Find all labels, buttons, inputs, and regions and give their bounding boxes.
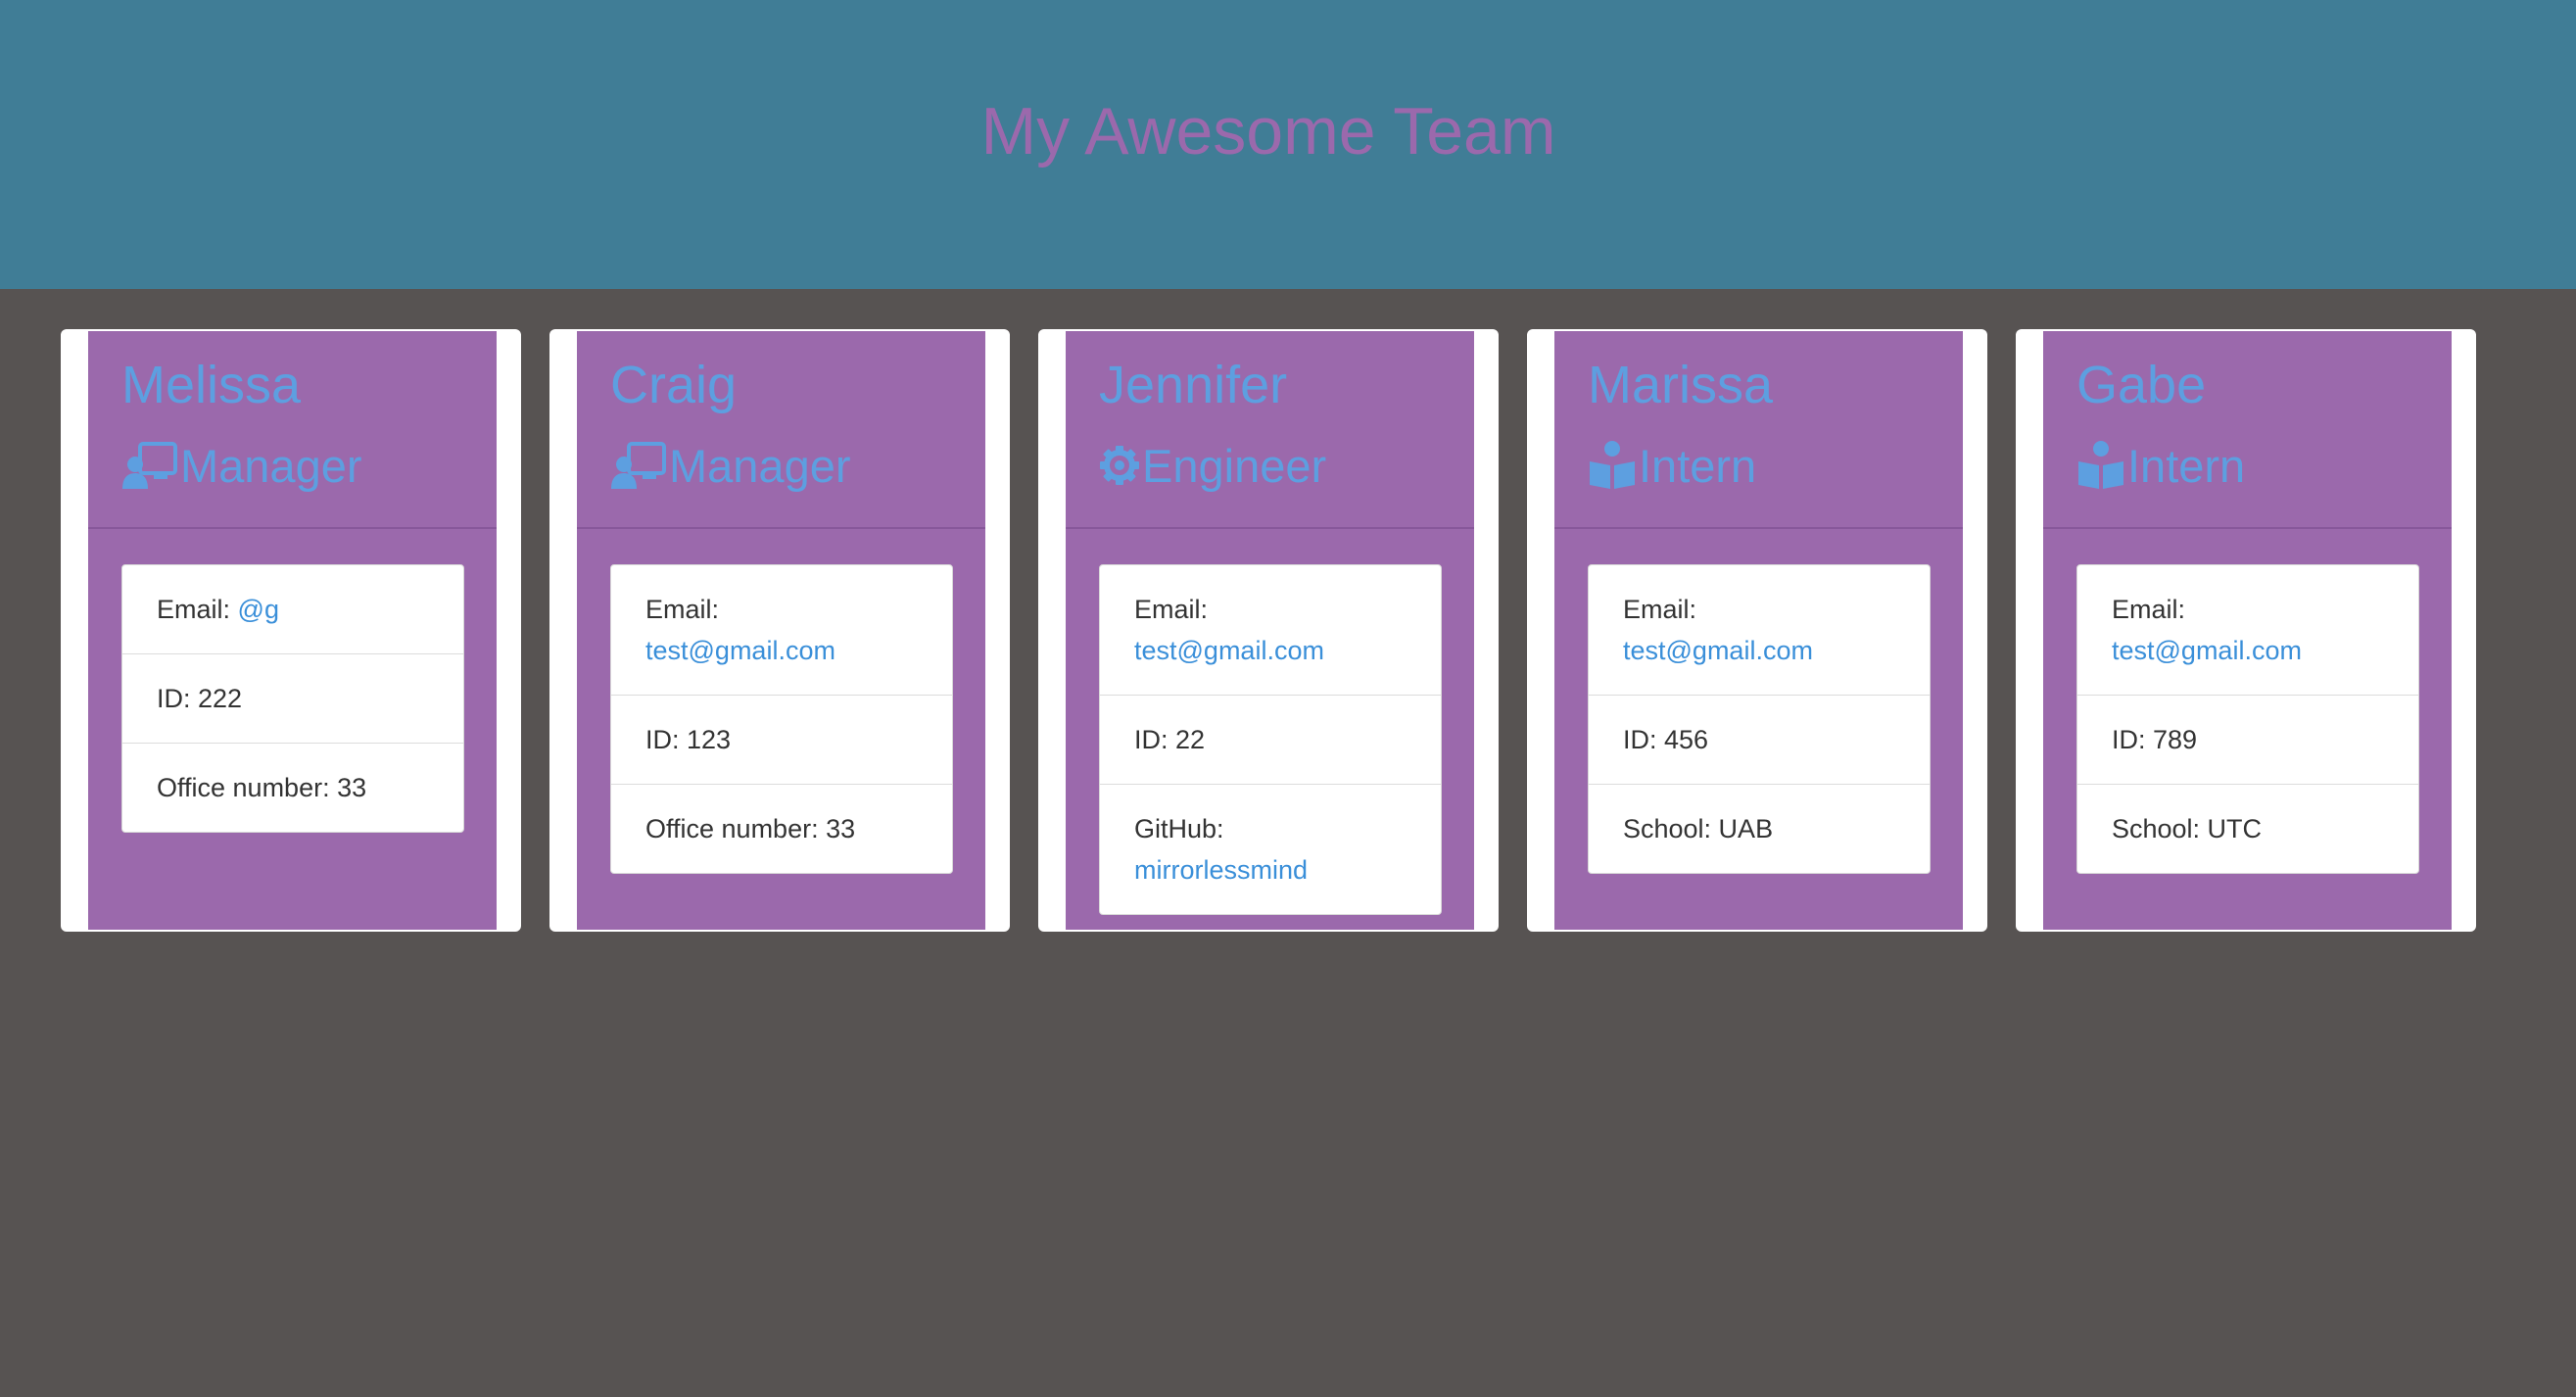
github-label: GitHub: <box>1134 814 1224 843</box>
github-link[interactable]: mirrorlessmind <box>1134 855 1308 885</box>
card-body: Marissa Intern Email: test@gmail.com ID:… <box>1554 331 1963 930</box>
employee-name: Jennifer <box>1099 356 1288 414</box>
email-item: Email: test@gmail.com <box>1589 565 1930 695</box>
card-body: Craig Manager Email: test@gmail.com ID: <box>577 331 985 930</box>
email-link[interactable]: test@gmail.com <box>1134 636 1324 665</box>
employee-info-list: Email: test@gmail.com ID: 789 School: UT… <box>2076 564 2419 874</box>
employee-role: Intern <box>1588 433 1756 498</box>
employee-info-list: Email: test@gmail.com ID: 123 Office num… <box>610 564 953 874</box>
id-item: ID: 123 <box>611 695 952 784</box>
github-item: GitHub: mirrorlessmind <box>1100 784 1441 914</box>
card-header: Jennifer Engineer <box>1066 331 1474 529</box>
id-item: ID: 22 <box>1100 695 1441 784</box>
employee-card-jennifer: Jennifer Engineer Email: test@gmail.com … <box>1038 329 1499 932</box>
employee-info-list: Email: test@gmail.com ID: 22 GitHub: mir… <box>1099 564 1442 915</box>
school-item: School: UTC <box>2077 784 2418 873</box>
employee-name: Gabe <box>2076 356 2207 414</box>
employee-name: Craig <box>610 356 738 414</box>
gear-icon <box>1099 440 1140 491</box>
employee-info-list: Email: @g ID: 222 Office number: 33 <box>121 564 464 833</box>
email-link[interactable]: test@gmail.com <box>645 636 835 665</box>
employee-role: Manager <box>121 433 362 498</box>
role-label: Intern <box>1639 439 1757 492</box>
role-label: Manager <box>669 439 851 492</box>
card-header: Melissa Manager <box>88 331 497 529</box>
employee-card-gabe: Gabe Intern Email: test@gmail.com ID: 78… <box>2016 329 2476 932</box>
id-item: ID: 456 <box>1589 695 1930 784</box>
page-header: My Awesome Team <box>0 0 2576 289</box>
card-header: Craig Manager <box>577 331 985 529</box>
chalkboard-teacher-icon <box>121 440 178 491</box>
employee-name: Melissa <box>121 356 302 414</box>
email-item: Email: test@gmail.com <box>1100 565 1441 695</box>
card-body: Melissa Manager Email: @g ID: 222 Office… <box>88 331 497 930</box>
email-label: Email: <box>645 595 720 624</box>
school-item: School: UAB <box>1589 784 1930 873</box>
employee-card-marissa: Marissa Intern Email: test@gmail.com ID:… <box>1527 329 1987 932</box>
book-reader-icon <box>1588 440 1637 491</box>
employee-role: Intern <box>2076 433 2245 498</box>
email-label: Email: <box>1623 595 1697 624</box>
employee-name: Marissa <box>1588 356 1774 414</box>
employee-info-list: Email: test@gmail.com ID: 456 School: UA… <box>1588 564 1931 874</box>
id-item: ID: 789 <box>2077 695 2418 784</box>
office-number-item: Office number: 33 <box>122 743 463 832</box>
email-label: Email: <box>157 595 231 624</box>
book-reader-icon <box>2076 440 2125 491</box>
email-item: Email: test@gmail.com <box>611 565 952 695</box>
chalkboard-teacher-icon <box>610 440 667 491</box>
employee-role: Manager <box>610 433 851 498</box>
card-body: Jennifer Engineer Email: test@gmail.com … <box>1066 331 1474 930</box>
email-item: Email: @g <box>122 565 463 653</box>
email-label: Email: <box>1134 595 1209 624</box>
card-header: Marissa Intern <box>1554 331 1963 529</box>
role-label: Manager <box>180 439 362 492</box>
email-link[interactable]: test@gmail.com <box>1623 636 1813 665</box>
email-item: Email: test@gmail.com <box>2077 565 2418 695</box>
email-label: Email: <box>2112 595 2186 624</box>
employee-role: Engineer <box>1099 433 1326 498</box>
employee-card-craig: Craig Manager Email: test@gmail.com ID: <box>549 329 1010 932</box>
role-label: Engineer <box>1142 439 1327 492</box>
id-item: ID: 222 <box>122 653 463 743</box>
employee-card-melissa: Melissa Manager Email: @g ID: 222 Office… <box>61 329 521 932</box>
email-link[interactable]: test@gmail.com <box>2112 636 2302 665</box>
email-link[interactable]: @g <box>238 595 279 624</box>
role-label: Intern <box>2127 439 2246 492</box>
card-header: Gabe Intern <box>2043 331 2452 529</box>
page-title: My Awesome Team <box>980 94 1556 169</box>
office-number-item: Office number: 33 <box>611 784 952 873</box>
card-body: Gabe Intern Email: test@gmail.com ID: 78… <box>2043 331 2452 930</box>
